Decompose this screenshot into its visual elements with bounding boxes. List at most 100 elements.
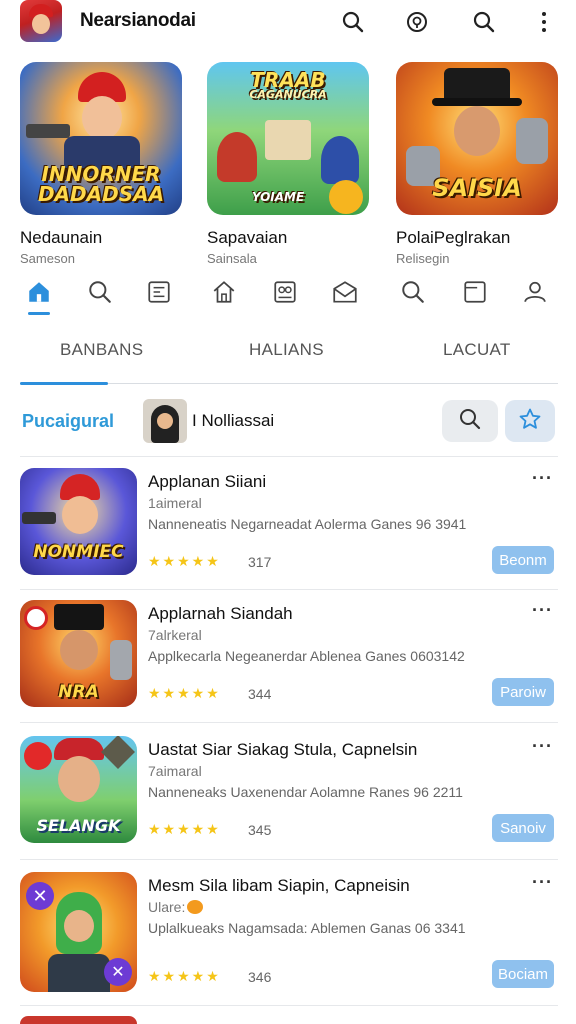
rating-stars: ★★★★★ [148, 821, 221, 837]
profile-icon[interactable] [519, 276, 551, 308]
item-action-button[interactable]: Sanoiv [492, 814, 554, 842]
featured-art-title: SAISIA [432, 174, 522, 202]
top-hat-shape [444, 68, 510, 102]
featured-card[interactable]: SAISIA PolaiPeglrakan Relisegin [396, 62, 558, 266]
more-horiz-icon[interactable]: ··· [532, 600, 553, 621]
rating-stars: ★★★★★ [148, 968, 221, 984]
character-face-shape [454, 106, 500, 156]
item-action-button[interactable]: Paroiw [492, 678, 554, 706]
divider [20, 1005, 558, 1006]
top-app-bar: Nearsianodai [0, 0, 576, 44]
house-icon[interactable] [208, 276, 240, 308]
gun-shape [110, 640, 132, 680]
list-item[interactable]: ✕ ✕ Mesm Sila libam Siapin, Capneisin Ul… [0, 872, 576, 1002]
app-subtitle: Ulare: [148, 899, 204, 915]
more-horiz-icon[interactable]: ··· [532, 872, 553, 893]
face-shape [60, 630, 98, 670]
app-subtitle: 7alrkeral [148, 627, 202, 643]
list-item[interactable]: NRA Applarnah Siandah 7alrkeral Applkeca… [0, 600, 576, 730]
avatar-face-shape [157, 413, 173, 429]
more-horiz-icon[interactable]: ··· [532, 736, 553, 757]
character-face-shape [82, 96, 122, 140]
search-icon[interactable] [84, 276, 116, 308]
featured-art-subtitle: DADADSAA [37, 182, 165, 206]
app-title: Mesm Sila libam Siapin, Capneisin [148, 876, 410, 895]
temple-shape [265, 120, 311, 160]
check-badge-icon [24, 606, 48, 630]
featured-image: INNORNER DADADSAA [20, 62, 182, 215]
filter-username: I Nolliassai [192, 411, 275, 430]
favorite-button[interactable] [505, 400, 555, 442]
filter-search-button[interactable] [442, 400, 498, 442]
app-subtitle: 7aimaral [148, 763, 202, 779]
gun-shape [22, 512, 56, 524]
app-icon-art-text: NRA [58, 682, 99, 702]
home-icon[interactable] [23, 276, 55, 308]
face-shape [64, 910, 94, 942]
featured-sub: Sainsala [207, 251, 257, 266]
search-icon[interactable] [397, 276, 429, 308]
top-hat-shape [54, 604, 104, 630]
divider [20, 456, 558, 457]
news-icon[interactable] [143, 276, 175, 308]
active-nav-indicator [28, 312, 50, 315]
app-description: Nanneneaks Uaxenendar Aolamne Ranes 96 2… [148, 784, 463, 800]
search-icon[interactable] [470, 8, 498, 36]
divider [20, 859, 558, 860]
app-icon: SELANGK [20, 736, 137, 843]
rating-count: 344 [248, 686, 272, 702]
featured-art-subtitle: CAGANUCRA [249, 88, 327, 101]
app-icon: ✕ ✕ [20, 872, 137, 992]
logo-face-shape [32, 14, 50, 34]
app-description: Uplalkueaks Nagamsada: Ablemen Ganas 06 … [148, 920, 466, 936]
badge-icon[interactable] [403, 8, 431, 36]
app-logo[interactable] [20, 0, 62, 42]
item-action-button[interactable]: Bociam [492, 960, 554, 988]
avatar[interactable] [143, 399, 187, 443]
featured-name: Sapavaian [207, 228, 288, 247]
tab-halians[interactable]: HALIANS [249, 340, 324, 360]
app-title: Uastat Siar Siakag Stula, Capnelsin [148, 740, 418, 759]
emoji-icon [187, 900, 204, 914]
item-action-button[interactable]: Beonm [492, 546, 554, 574]
more-vert-icon[interactable] [530, 8, 558, 36]
hat-brim-shape [432, 98, 522, 106]
close-badge-icon: ✕ [26, 882, 54, 910]
star-icon [518, 407, 542, 436]
gun-shape [26, 124, 70, 138]
app-icon-art-text: SELANGK [36, 816, 121, 835]
diamond-badge-icon [101, 736, 135, 769]
app-title: Applarnah Siandah [148, 604, 293, 623]
divider [20, 589, 558, 590]
gun-right-shape [516, 118, 548, 164]
list-item[interactable]: NONMIEC Applanan Siiani 1aimeral Nannene… [0, 468, 576, 598]
featured-image: SAISIA [396, 62, 558, 215]
filter-row: Pucaigural I Nolliassai [0, 396, 576, 452]
active-tab-indicator [20, 382, 108, 385]
face-shape [62, 496, 98, 534]
tools-badge-icon: ✕ [104, 958, 132, 986]
tab-lacuat[interactable]: LACUAT [443, 340, 511, 360]
list-item[interactable]: SELANGK Uastat Siar Siakag Stula, Capnel… [0, 736, 576, 866]
featured-image: TRAAB CAGANUCRA YOIAME [207, 62, 369, 215]
rating-stars: ★★★★★ [148, 685, 221, 701]
tab-banbans[interactable]: BANBANS [60, 340, 143, 360]
divider [20, 722, 558, 723]
mail-icon[interactable] [329, 276, 361, 308]
featured-card[interactable]: TRAAB CAGANUCRA YOIAME Sapavaian Sainsal… [207, 62, 369, 266]
body-shape [48, 954, 110, 992]
search-icon [458, 407, 482, 436]
app-title: Applanan Siiani [148, 472, 267, 491]
more-horiz-icon[interactable]: ··· [532, 468, 553, 489]
search-icon[interactable] [339, 8, 367, 36]
featured-name: Nedaunain [20, 228, 103, 247]
rating-count: 346 [248, 969, 272, 985]
gallery-icon[interactable] [269, 276, 301, 308]
rating-count: 345 [248, 822, 272, 838]
featured-sub: Sameson [20, 251, 75, 266]
featured-card[interactable]: INNORNER DADADSAA Nedaunain Sameson [20, 62, 182, 266]
filter-label[interactable]: Pucaigural [22, 411, 114, 432]
square-icon[interactable] [459, 276, 491, 308]
featured-sub: Relisegin [396, 251, 450, 266]
app-icon: NRA [20, 600, 137, 707]
